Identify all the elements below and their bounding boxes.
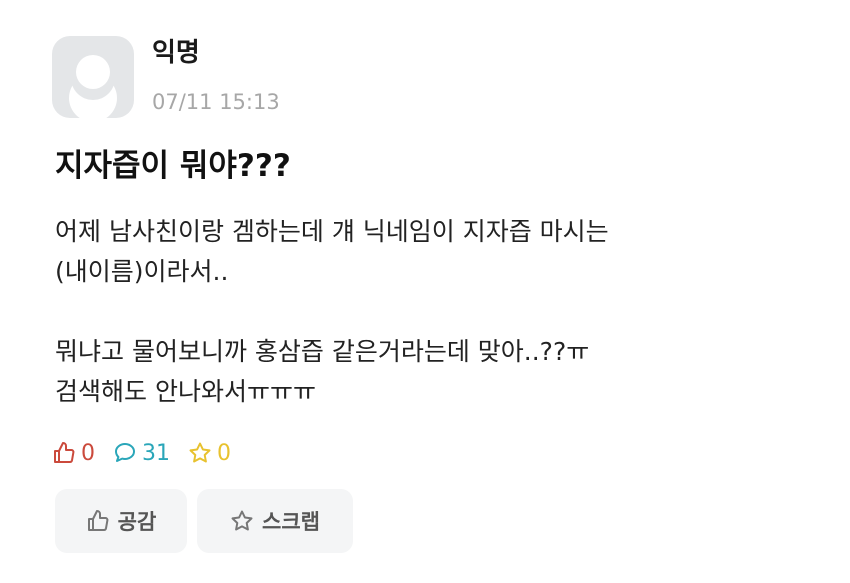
thumbs-up-icon: [54, 442, 75, 463]
comment-icon: [115, 443, 135, 462]
author-name: 익명: [152, 38, 200, 68]
post-body-line: 검색해도 안나와서ㅠㅠㅠ: [55, 377, 316, 406]
post-timestamp: 07/11 15:13: [152, 90, 280, 114]
star-icon: [189, 442, 211, 463]
like-button[interactable]: 공감: [55, 489, 187, 553]
scrap-button-label: 스크랩: [262, 510, 320, 534]
like-button-label: 공감: [117, 510, 157, 534]
post-body-line: 어제 남사친이랑 겜하는데 걔 닉네임이 지자즙 마시는: [55, 217, 609, 246]
thumbs-up-icon: [87, 510, 109, 531]
like-count-stat: 0: [52, 441, 95, 466]
scrap-count-stat: 0: [188, 441, 231, 466]
default-profile-avatar-icon: [69, 55, 117, 118]
like-count: 0: [81, 440, 95, 466]
post-body: 어제 남사친이랑 겜하는데 걔 닉네임이 지자즙 마시는 (내이름)이라서.. …: [55, 212, 835, 412]
scrap-count: 0: [217, 440, 231, 466]
avatar: [52, 36, 134, 118]
post-stats: 0 31 0: [52, 438, 249, 468]
comment-count-stat: 31: [113, 441, 170, 466]
post-actions: 공감 스크랩: [55, 489, 363, 553]
post-title: 지자즙이 뭐야???: [55, 148, 291, 184]
scrap-button[interactable]: 스크랩: [197, 489, 353, 553]
post-body-line: (내이름)이라서..: [55, 257, 229, 286]
comment-count: 31: [142, 440, 170, 466]
star-icon: [231, 510, 253, 531]
post-body-line: 뭐냐고 물어보니까 홍삼즙 같은거라는데 맞아..??ㅠ: [55, 337, 590, 366]
